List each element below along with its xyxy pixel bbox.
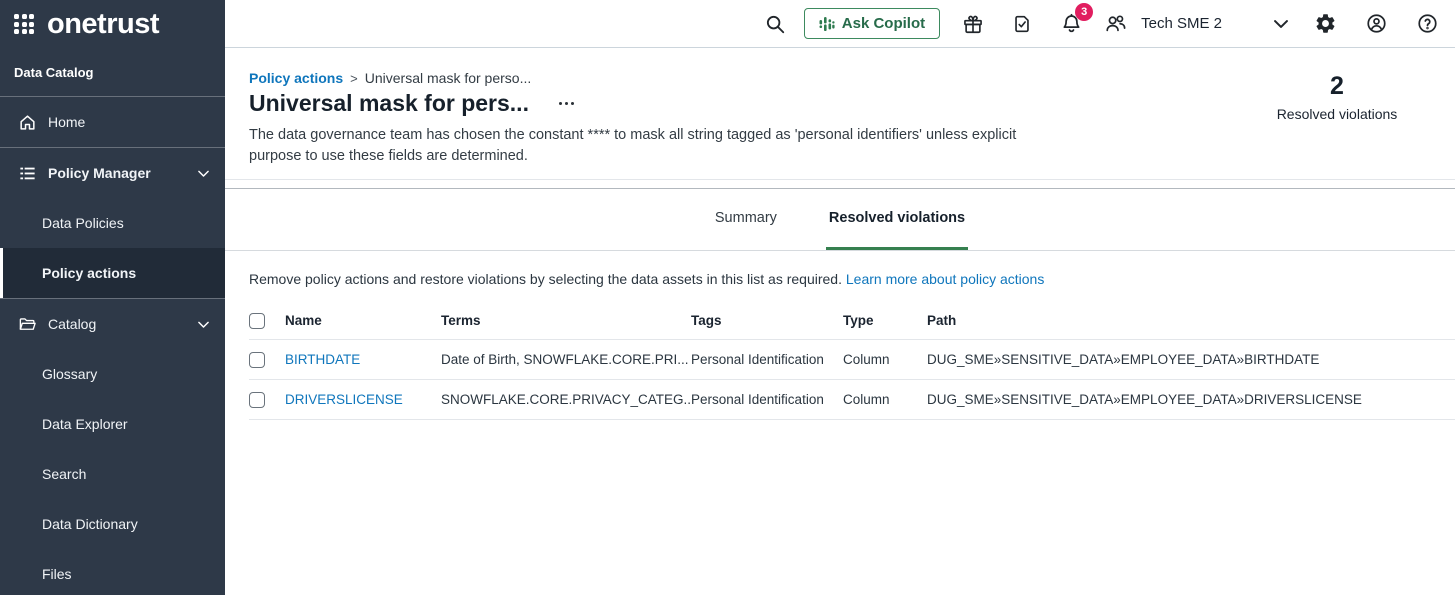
sidebar-item-label: Data Dictionary: [42, 516, 138, 532]
tab-bar: Summary Resolved violations: [225, 189, 1455, 251]
folder-icon: [18, 315, 42, 334]
account-icon[interactable]: [1365, 12, 1388, 35]
sidebar-item-label: Search: [42, 466, 86, 482]
sidebar-item-catalog[interactable]: Catalog: [0, 299, 225, 349]
resolved-violations-stat: 2 Resolved violations: [1267, 72, 1407, 167]
column-header-name: Name: [285, 313, 441, 328]
column-header-tags: Tags: [691, 313, 843, 328]
list-icon: [18, 164, 42, 183]
violations-table: Name Terms Tags Type Path BIRTHDATE Date …: [249, 302, 1455, 420]
document-check-icon[interactable]: [1011, 13, 1033, 35]
type-cell: Column: [843, 352, 927, 367]
tab-resolved-violations[interactable]: Resolved violations: [826, 189, 968, 250]
sidebar-item-data-policies[interactable]: Data Policies: [0, 198, 225, 248]
sidebar-item-policy-actions[interactable]: Policy actions: [0, 248, 225, 298]
table-header-row: Name Terms Tags Type Path: [249, 302, 1455, 340]
waffle-menu-icon[interactable]: [14, 14, 34, 34]
sidebar-item-label: Glossary: [42, 366, 97, 382]
sidebar-item-data-explorer[interactable]: Data Explorer: [0, 399, 225, 449]
sidebar-item-label: Data Policies: [42, 215, 124, 231]
users-icon[interactable]: [1104, 12, 1127, 35]
chevron-down-icon[interactable]: [195, 165, 212, 185]
sidebar-item-label: Policy actions: [42, 265, 136, 281]
stat-label: Resolved violations: [1267, 106, 1407, 122]
sidebar-item-home[interactable]: Home: [0, 97, 225, 147]
stat-value: 2: [1267, 72, 1407, 101]
spacer: [225, 180, 1455, 188]
sidebar-item-policy-manager[interactable]: Policy Manager: [0, 148, 225, 198]
brand-logo[interactable]: onetrust: [0, 0, 225, 48]
type-cell: Column: [843, 392, 927, 407]
sidebar-item-label: Files: [42, 566, 72, 582]
column-header-terms: Terms: [441, 313, 691, 328]
asset-name-link[interactable]: DRIVERSLICENSE: [285, 392, 403, 407]
sidebar-group: Policy Manager Data Policies Policy action…: [0, 148, 225, 299]
path-cell: DUG_SME»SENSITIVE_DATA»EMPLOYEE_DATA»BIR…: [927, 352, 1455, 367]
sidebar-item-label: Data Explorer: [42, 416, 128, 432]
notification-count-badge: 3: [1075, 3, 1093, 21]
main-area: Ask Copilot 3 Tech SME 2: [225, 0, 1455, 595]
table-body: BIRTHDATE Date of Birth, SNOWFLAKE.CORE.P…: [249, 340, 1455, 420]
terms-cell: SNOWFLAKE.CORE.PRIVACY_CATEG...: [441, 392, 691, 407]
chevron-down-icon[interactable]: [1270, 13, 1292, 35]
info-text: Remove policy actions and restore violat…: [249, 271, 842, 287]
breadcrumb-current: Universal mask for perso...: [365, 70, 532, 86]
tags-cell: Personal Identification: [691, 392, 843, 407]
select-all-checkbox[interactable]: [249, 313, 265, 329]
sidebar: onetrust Data Catalog Home Policy Manager…: [0, 0, 225, 595]
more-options-icon[interactable]: [557, 96, 577, 112]
sidebar-group: Home: [0, 97, 225, 148]
sidebar-group: Catalog Glossary Data Explorer Search Data D…: [0, 299, 225, 595]
sidebar-item-label: Catalog: [48, 316, 96, 332]
sidebar-item-files[interactable]: Files: [0, 549, 225, 595]
breadcrumb-separator: >: [350, 71, 358, 86]
tags-cell: Personal Identification: [691, 352, 843, 367]
notifications-bell-icon[interactable]: 3: [1060, 12, 1083, 35]
table-row: DRIVERSLICENSE SNOWFLAKE.CORE.PRIVACY_CAT…: [249, 380, 1455, 420]
breadcrumb-policy-actions-link[interactable]: Policy actions: [249, 70, 343, 86]
row-checkbox[interactable]: [249, 352, 265, 368]
sidebar-item-search[interactable]: Search: [0, 449, 225, 499]
terms-cell: Date of Birth, SNOWFLAKE.CORE.PRI...: [441, 352, 691, 367]
app-window: onetrust Data Catalog Home Policy Manager…: [0, 0, 1455, 595]
page-description: The data governance team has chosen the …: [249, 125, 1039, 167]
column-header-type: Type: [843, 313, 927, 328]
search-icon[interactable]: [764, 13, 786, 35]
row-checkbox[interactable]: [249, 392, 265, 408]
product-name: Data Catalog: [0, 48, 225, 97]
sidebar-item-data-dictionary[interactable]: Data Dictionary: [0, 499, 225, 549]
sidebar-item-label: Policy Manager: [48, 165, 151, 181]
ask-copilot-button[interactable]: Ask Copilot: [804, 8, 940, 39]
breadcrumb: Policy actions > Universal mask for pers…: [249, 70, 1039, 86]
learn-more-link[interactable]: Learn more about policy actions: [846, 271, 1044, 287]
gift-icon[interactable]: [962, 13, 984, 35]
chevron-down-icon[interactable]: [195, 316, 212, 336]
table-row: BIRTHDATE Date of Birth, SNOWFLAKE.CORE.P…: [249, 340, 1455, 380]
tab-summary[interactable]: Summary: [712, 189, 780, 250]
help-icon[interactable]: [1416, 12, 1439, 35]
path-cell: DUG_SME»SENSITIVE_DATA»EMPLOYEE_DATA»DRI…: [927, 392, 1455, 407]
sidebar-nav: Home Policy Manager Data Policies Policy ac…: [0, 97, 225, 595]
user-name[interactable]: Tech SME 2: [1141, 15, 1222, 32]
info-row: Remove policy actions and restore violat…: [225, 251, 1455, 302]
sidebar-item-glossary[interactable]: Glossary: [0, 349, 225, 399]
copilot-icon: [819, 15, 835, 33]
sidebar-item-label: Home: [48, 114, 85, 130]
ask-copilot-label: Ask Copilot: [842, 15, 925, 32]
topbar: Ask Copilot 3 Tech SME 2: [225, 0, 1455, 48]
asset-name-link[interactable]: BIRTHDATE: [285, 352, 360, 367]
settings-gear-icon[interactable]: [1314, 12, 1337, 35]
brand-wordmark: onetrust: [47, 8, 159, 41]
page-title: Universal mask for pers...: [249, 90, 529, 117]
page-header: Policy actions > Universal mask for pers…: [225, 48, 1455, 180]
column-header-path: Path: [927, 313, 1455, 328]
home-icon: [18, 113, 42, 132]
